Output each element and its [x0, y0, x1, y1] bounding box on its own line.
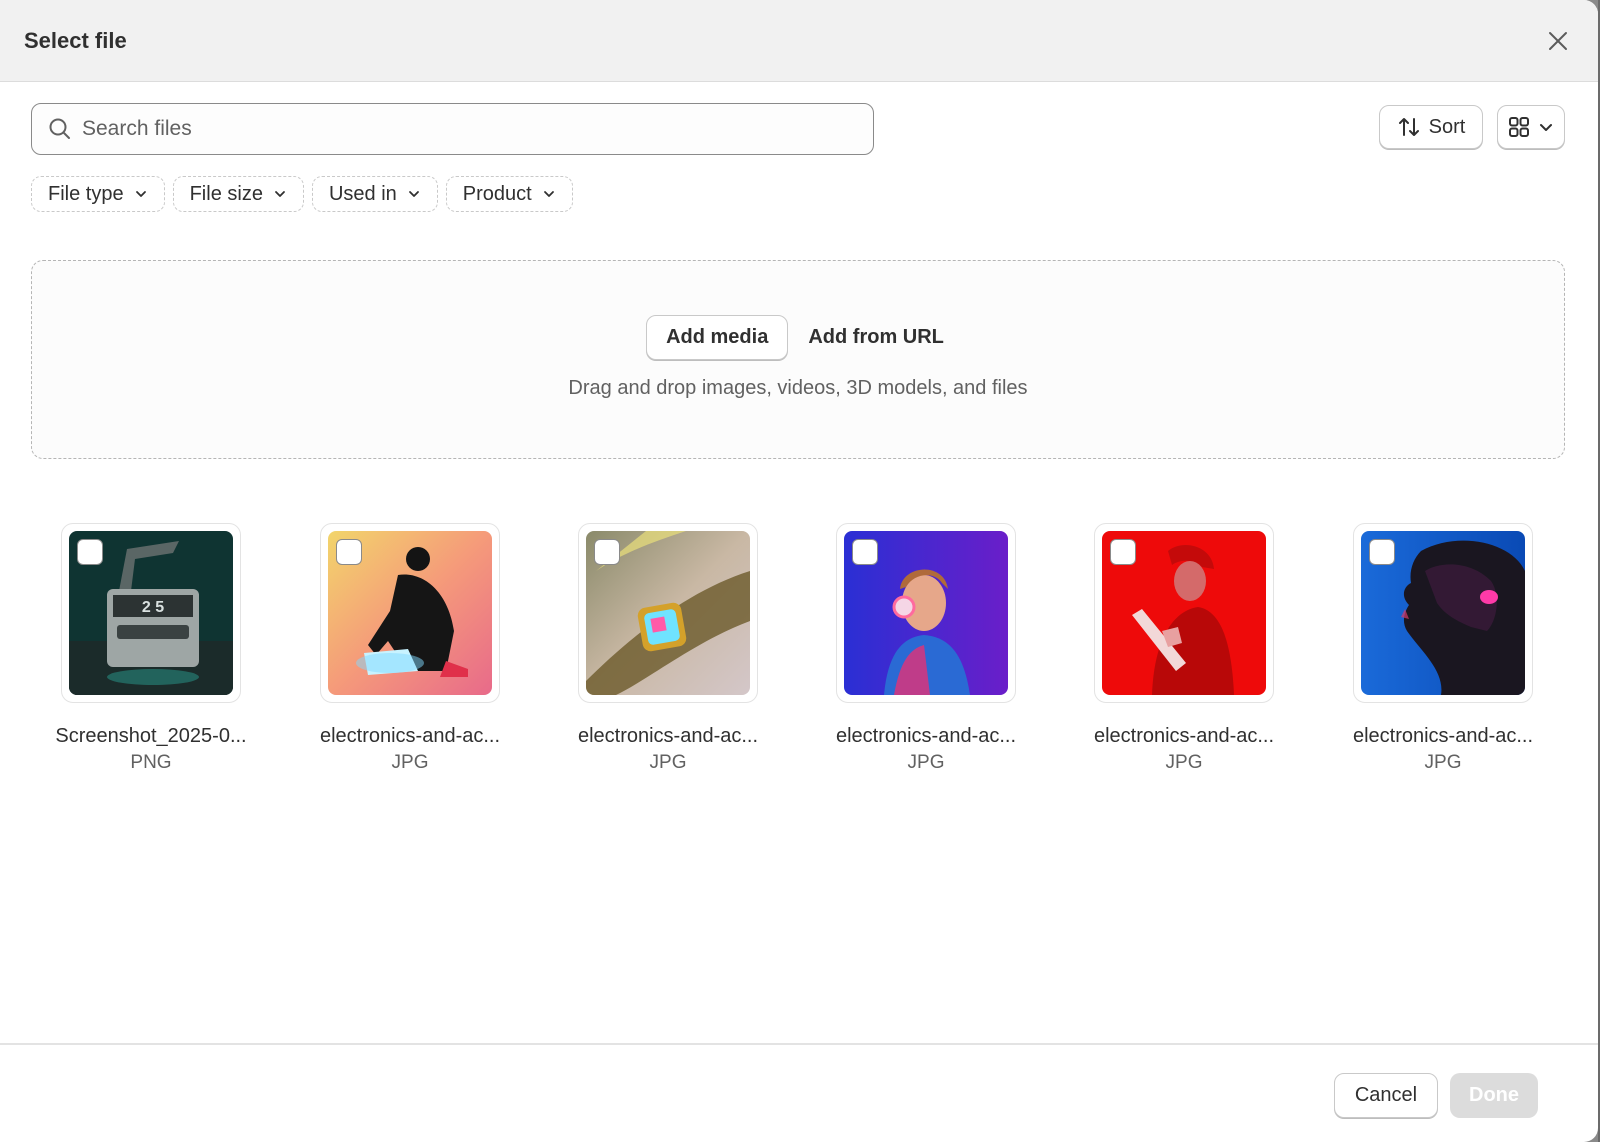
filter-used-in[interactable]: Used in: [311, 176, 438, 212]
sort-label: Sort: [1428, 115, 1466, 138]
file-thumbnail-frame[interactable]: [836, 523, 1016, 703]
file-thumbnail-frame[interactable]: [578, 523, 758, 703]
file-thumbnail-frame[interactable]: 2 5: [61, 523, 241, 703]
dropzone-actions: Add media Add from URL: [32, 315, 1564, 360]
file-checkbox[interactable]: [1110, 539, 1136, 565]
filter-label: File size: [189, 182, 263, 205]
file-name: electronics-and-ac...: [1093, 725, 1275, 747]
done-button[interactable]: Done: [1450, 1073, 1538, 1118]
close-button[interactable]: [1542, 25, 1574, 57]
view-toggle-button[interactable]: [1497, 105, 1565, 149]
chevron-down-icon: [408, 191, 419, 197]
chevron-down-icon: [135, 191, 146, 197]
file-checkbox[interactable]: [1369, 539, 1395, 565]
chevron-down-icon: [543, 191, 554, 197]
add-media-button[interactable]: Add media: [646, 315, 789, 360]
filter-bar: File type File size Used in Product: [31, 176, 573, 212]
file-thumbnail-frame[interactable]: [1353, 523, 1533, 703]
file-thumbnail-frame[interactable]: [320, 523, 500, 703]
file-type: JPG: [1424, 752, 1462, 773]
chevron-down-icon: [1540, 124, 1552, 131]
file-card[interactable]: electronics-and-ac... JPG: [548, 523, 788, 774]
select-file-dialog: Select file Sort File type File size Use…: [0, 0, 1598, 1142]
close-icon: [1549, 31, 1567, 50]
file-card[interactable]: electronics-and-ac... JPG: [806, 523, 1046, 774]
file-card[interactable]: electronics-and-ac... JPG: [1064, 523, 1304, 774]
file-checkbox[interactable]: [594, 539, 620, 565]
filter-label: File type: [48, 182, 124, 205]
file-card[interactable]: 2 5 Screenshot_2025-0... PNG: [31, 523, 271, 774]
dropzone-hint: Drag and drop images, videos, 3D models,…: [568, 377, 1028, 399]
dialog-header: Select file: [0, 0, 1598, 82]
add-from-url-link[interactable]: Add from URL: [802, 326, 950, 349]
file-name: electronics-and-ac...: [319, 725, 501, 747]
dialog-footer: Cancel Done: [0, 1043, 1598, 1142]
file-type: JPG: [907, 752, 945, 773]
chevron-down-icon: [275, 191, 285, 197]
search-box[interactable]: [31, 103, 874, 155]
search-icon: [49, 118, 70, 139]
dialog-title: Select file: [24, 27, 127, 53]
filter-file-type[interactable]: File type: [31, 176, 165, 212]
file-card[interactable]: electronics-and-ac... JPG: [1323, 523, 1563, 774]
svg-text:2 5: 2 5: [142, 599, 164, 616]
file-type: JPG: [1165, 752, 1203, 773]
file-type: JPG: [649, 752, 687, 773]
toolbar: Sort: [31, 103, 1565, 155]
file-card[interactable]: electronics-and-ac... JPG: [290, 523, 530, 774]
file-thumbnail-frame[interactable]: [1094, 523, 1274, 703]
grid-view-icon: [1509, 117, 1529, 137]
file-checkbox[interactable]: [77, 539, 103, 565]
file-name: electronics-and-ac...: [1352, 725, 1534, 747]
file-name: electronics-and-ac...: [835, 725, 1017, 747]
filter-product[interactable]: Product: [445, 176, 573, 212]
file-name: electronics-and-ac...: [577, 725, 759, 747]
file-type: JPG: [391, 752, 429, 773]
sort-button[interactable]: Sort: [1379, 105, 1483, 149]
upload-dropzone[interactable]: Add media Add from URL Drag and drop ima…: [31, 260, 1565, 459]
filter-label: Product: [462, 182, 532, 205]
file-checkbox[interactable]: [336, 539, 362, 565]
filter-label: Used in: [328, 182, 397, 205]
sort-icon: [1398, 118, 1419, 136]
search-input[interactable]: [82, 117, 842, 141]
file-name: Screenshot_2025-0...: [55, 725, 247, 747]
filter-file-size[interactable]: File size: [172, 176, 304, 212]
cancel-button[interactable]: Cancel: [1334, 1073, 1438, 1118]
file-checkbox[interactable]: [852, 539, 878, 565]
file-type: PNG: [130, 752, 172, 773]
